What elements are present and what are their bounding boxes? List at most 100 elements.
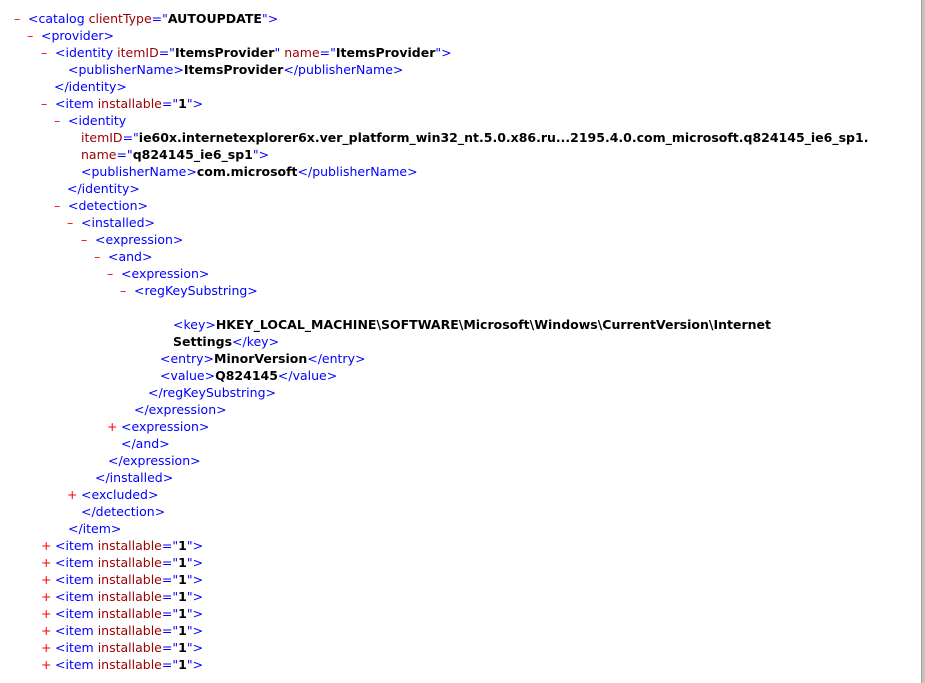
xml-attribute-equals: =" <box>161 589 179 604</box>
xml-tag: <item <box>55 555 98 570</box>
xml-tag: <identity <box>68 113 127 128</box>
expand-icon[interactable]: + <box>67 486 81 503</box>
expand-icon[interactable]: + <box>41 656 55 673</box>
xml-attribute-value: 1 <box>178 96 187 111</box>
xml-tag: </publisherName> <box>283 62 404 77</box>
xml-tag: <item <box>55 538 98 553</box>
expand-icon[interactable]: + <box>41 571 55 588</box>
expand-icon[interactable]: + <box>41 639 55 656</box>
xml-tag: </detection> <box>81 504 166 519</box>
xml-attribute-equals: =" <box>161 572 179 587</box>
xml-line[interactable]: – <detection> <box>0 197 921 214</box>
xml-tag: <installed> <box>81 215 155 230</box>
xml-text: MinorVersion <box>214 351 308 366</box>
expand-icon[interactable]: + <box>41 588 55 605</box>
xml-viewer: – <catalog clientType="AUTOUPDATE"> – <prov… <box>0 0 921 683</box>
xml-line[interactable]: + <item installable="1"> <box>0 537 921 554</box>
xml-quote: "> <box>186 572 204 587</box>
expand-icon[interactable]: + <box>41 622 55 639</box>
expand-icon[interactable]: + <box>41 554 55 571</box>
collapse-icon[interactable]: – <box>107 265 121 282</box>
xml-line[interactable]: + <item installable="1"> <box>0 605 921 622</box>
xml-line[interactable]: – <identity <box>0 112 921 129</box>
xml-tag: <and> <box>108 249 153 264</box>
xml-line: </identity> <box>0 180 921 197</box>
expand-icon[interactable]: + <box>41 537 55 554</box>
xml-text: com.microsoft <box>196 164 298 179</box>
xml-attribute-value: 1 <box>178 555 187 570</box>
xml-line[interactable]: + <item installable="1"> <box>0 571 921 588</box>
xml-tag: <item <box>55 96 98 111</box>
xml-line: </regKeySubstring> <box>0 384 921 401</box>
collapse-icon[interactable]: – <box>81 231 95 248</box>
xml-text: ItemsProvider <box>183 62 284 77</box>
xml-attribute-value: ItemsProvider <box>335 45 436 60</box>
xml-tag: <detection> <box>68 198 148 213</box>
collapse-icon[interactable]: – <box>27 27 41 44</box>
xml-line[interactable]: + <item installable="1"> <box>0 554 921 571</box>
xml-attribute-value: 1 <box>178 538 187 553</box>
xml-line[interactable]: + <item installable="1"> <box>0 588 921 605</box>
expand-icon[interactable]: + <box>107 418 121 435</box>
xml-line: <entry>MinorVersion</entry> <box>0 350 921 367</box>
collapse-icon[interactable]: – <box>94 248 108 265</box>
xml-tag: </and> <box>121 436 170 451</box>
vertical-scrollbar[interactable] <box>921 0 925 683</box>
collapse-icon[interactable]: – <box>120 282 134 299</box>
xml-line[interactable]: + <item installable="1"> <box>0 656 921 673</box>
xml-line[interactable]: – <regKeySubstring> <box>0 282 921 299</box>
xml-tag: <expression> <box>95 232 184 247</box>
xml-tag: </item> <box>68 521 122 536</box>
xml-tag: </key> <box>232 334 280 349</box>
xml-attribute-name: name <box>81 147 117 162</box>
collapse-icon[interactable]: – <box>41 44 55 61</box>
xml-attribute-name: installable <box>97 555 162 570</box>
collapse-icon[interactable]: – <box>54 112 68 129</box>
xml-line[interactable]: + <expression> <box>0 418 921 435</box>
xml-attribute-value: AUTOUPDATE <box>167 11 262 26</box>
xml-tag: <item <box>55 623 98 638</box>
xml-tag: <expression> <box>121 419 210 434</box>
xml-line[interactable]: – <identity itemID="ItemsProvider" name="… <box>0 44 921 61</box>
xml-text: HKEY_LOCAL_MACHINE\SOFTWARE\Microsoft\Wi… <box>215 317 771 332</box>
xml-line[interactable]: – <expression> <box>0 231 921 248</box>
xml-tag: <item <box>55 640 98 655</box>
xml-line: <key>HKEY_LOCAL_MACHINE\SOFTWARE\Microso… <box>0 316 921 333</box>
xml-line <box>0 299 921 316</box>
xml-line[interactable]: – <item installable="1"> <box>0 95 921 112</box>
xml-attribute-name: itemID <box>117 45 159 60</box>
xml-line[interactable]: + <excluded> <box>0 486 921 503</box>
collapse-icon[interactable]: – <box>67 214 81 231</box>
xml-attribute-value: 1 <box>178 606 187 621</box>
xml-attribute-equals: =" <box>161 538 179 553</box>
collapse-icon[interactable]: – <box>14 10 28 27</box>
xml-attribute-name: installable <box>97 623 162 638</box>
xml-tag: </entry> <box>307 351 366 366</box>
xml-attribute-equals: =" <box>161 657 179 672</box>
xml-line[interactable]: – <and> <box>0 248 921 265</box>
xml-attribute-value: 1 <box>178 572 187 587</box>
xml-attribute-name: installable <box>97 538 162 553</box>
xml-tag: <identity <box>55 45 118 60</box>
xml-tag: <item <box>55 589 98 604</box>
xml-tag: <catalog <box>28 11 89 26</box>
xml-tag: <excluded> <box>81 487 159 502</box>
xml-line: </detection> <box>0 503 921 520</box>
xml-line[interactable]: + <item installable="1"> <box>0 622 921 639</box>
xml-attribute-name: installable <box>97 606 162 621</box>
xml-line[interactable]: – <catalog clientType="AUTOUPDATE"> <box>0 10 921 27</box>
collapse-icon[interactable]: – <box>54 197 68 214</box>
xml-line[interactable]: – <provider> <box>0 27 921 44</box>
xml-text: Settings <box>173 334 233 349</box>
xml-attribute-equals: =" <box>319 45 336 60</box>
xml-line[interactable]: – <expression> <box>0 265 921 282</box>
xml-attribute-equals: =" <box>161 640 179 655</box>
expand-icon[interactable]: + <box>41 605 55 622</box>
xml-tag: </publisherName> <box>297 164 418 179</box>
xml-quote: "> <box>186 606 204 621</box>
xml-line[interactable]: + <item installable="1"> <box>0 639 921 656</box>
xml-tag: <entry> <box>160 351 214 366</box>
xml-attribute-value: ItemsProvider <box>174 45 275 60</box>
xml-line[interactable]: – <installed> <box>0 214 921 231</box>
collapse-icon[interactable]: – <box>41 95 55 112</box>
